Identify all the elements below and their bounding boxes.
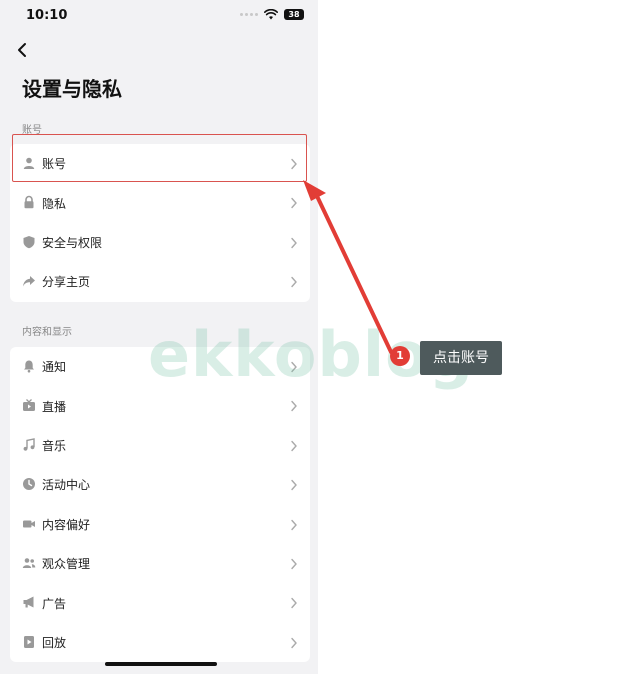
step-number-badge: 1 (390, 346, 410, 366)
step-tooltip: 点击账号 (420, 341, 502, 375)
pointer-arrow (303, 180, 393, 354)
